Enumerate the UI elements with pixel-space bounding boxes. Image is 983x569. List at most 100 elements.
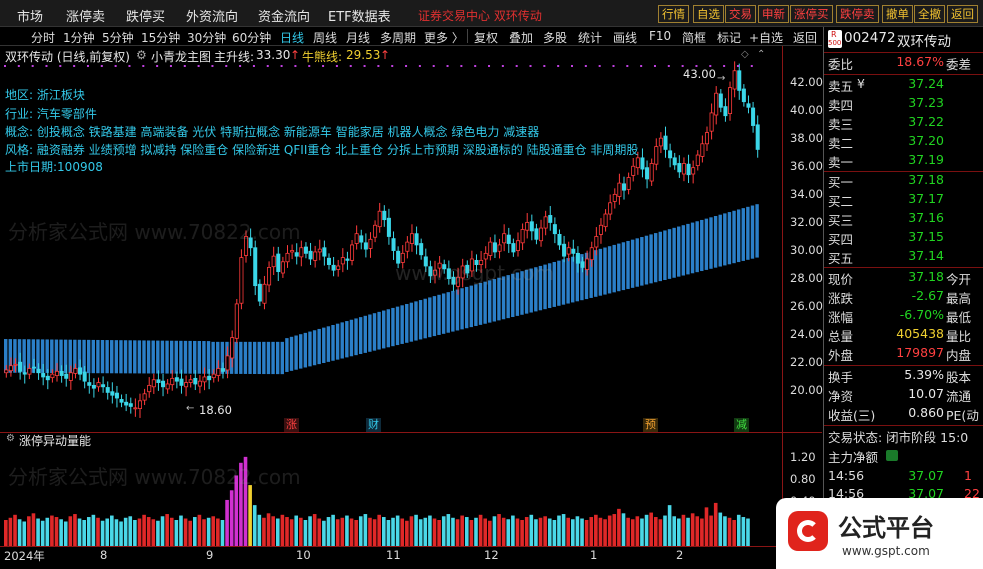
volume-bar	[275, 518, 280, 546]
divider	[824, 267, 983, 268]
marker-finance[interactable]: 财	[366, 418, 381, 432]
y-axis-line	[782, 46, 783, 568]
signal-dot	[598, 65, 601, 67]
candle-body	[18, 361, 23, 372]
tool-stats[interactable]: 统计	[578, 29, 602, 46]
candle-body	[515, 240, 521, 251]
tool-overlay[interactable]: 叠加	[509, 29, 533, 46]
band-bar	[234, 341, 238, 374]
tool-mark[interactable]: 标记	[717, 29, 741, 46]
volume-bar	[225, 499, 229, 546]
tool-f10[interactable]: F10	[649, 29, 671, 43]
low-price-label: 18.60	[199, 403, 232, 417]
band-bar	[598, 248, 603, 296]
tick-row: 14:56 37.07 1	[828, 468, 972, 483]
period-1min[interactable]: 1分钟	[63, 29, 95, 46]
bid-row-1[interactable]: 买一 37.18	[824, 172, 983, 192]
tool-simple-frame[interactable]: 简框	[682, 29, 706, 46]
ask-row-3[interactable]: 卖三 37.22	[824, 114, 983, 134]
ask-row-5[interactable]: 卖五 ¥37.24	[824, 76, 983, 96]
signal-dot	[169, 65, 172, 67]
kline-chart-area[interactable]: 双环传动 (日线,前复权) ⚙ 小青龙主图 主升线: 33.30 ↑ 牛熊线: …	[0, 46, 823, 568]
menu-etf-data[interactable]: ETF数据表	[328, 6, 391, 25]
period-daily[interactable]: 日线	[280, 29, 304, 46]
band-bar	[451, 290, 455, 332]
signal-dot	[640, 65, 643, 67]
candle-body	[585, 258, 590, 270]
band-bar	[386, 309, 391, 348]
volume-bar	[663, 515, 667, 546]
ask-row-1[interactable]: 卖一 37.19	[824, 152, 983, 172]
period-multi[interactable]: 多周期	[380, 29, 416, 46]
period-30min[interactable]: 30分钟	[187, 29, 226, 46]
period-monthly[interactable]: 月线	[346, 29, 370, 46]
period-more[interactable]: 更多 〉	[424, 29, 464, 46]
menu-foreign-flow[interactable]: 外资流向	[186, 6, 238, 25]
chevron-up-icon[interactable]: ⌃	[757, 49, 765, 60]
x-tick-label: 9	[206, 548, 214, 562]
diamond-icon[interactable]: ◇	[741, 49, 749, 60]
divider	[824, 365, 983, 366]
menu-limit-down-buy[interactable]: 跌停买	[126, 6, 165, 25]
chart-stock-title: 双环传动 (日线,前复权)	[5, 50, 130, 64]
btn-trade[interactable]: 交易	[725, 5, 756, 23]
btn-limit-up-buy[interactable]: 涨停买	[790, 5, 833, 23]
band-bar	[372, 313, 377, 351]
bid-row-3[interactable]: 买三 37.16	[824, 210, 983, 230]
band-bar	[488, 280, 492, 323]
period-weekly[interactable]: 周线	[313, 29, 337, 46]
marker-reduce[interactable]: 减	[734, 418, 749, 432]
volume-bar	[137, 518, 142, 546]
period-15min[interactable]: 15分钟	[141, 29, 180, 46]
band-bar	[289, 336, 294, 371]
volume-bar	[280, 514, 285, 546]
ask-row-4[interactable]: 卖四 37.23	[824, 95, 983, 115]
btn-back-top[interactable]: 返回	[947, 5, 978, 23]
volume-bar	[77, 518, 82, 546]
volume-bar	[501, 517, 506, 546]
candle-body	[276, 253, 281, 273]
band-bar	[640, 237, 644, 286]
candle-body	[313, 251, 318, 261]
btn-cancel-all[interactable]: 全撤	[914, 5, 945, 23]
btn-subscribe[interactable]: 申新	[758, 5, 789, 23]
tool-add-watch[interactable]: +自选	[749, 29, 783, 46]
volume-bar	[303, 520, 308, 546]
period-tick[interactable]: 分时	[31, 29, 55, 46]
volume-bar	[40, 520, 45, 546]
btn-watchlist[interactable]: 自选	[693, 5, 724, 23]
menu-fund-flow[interactable]: 资金流向	[258, 6, 310, 25]
bid-row-2[interactable]: 买二 37.17	[824, 191, 983, 211]
tool-adjust[interactable]: 复权	[474, 29, 498, 46]
candle-body	[50, 373, 55, 379]
volume-bar	[59, 519, 63, 546]
volume-bar	[497, 514, 501, 546]
menu-limit-up-sell[interactable]: 涨停卖	[66, 6, 105, 25]
volume-bar	[630, 519, 635, 546]
bid-row-4[interactable]: 买四 37.15	[824, 229, 983, 249]
btn-limit-down-sell[interactable]: 跌停卖	[836, 5, 879, 23]
menu-market[interactable]: 市场	[17, 6, 43, 25]
period-5min[interactable]: 5分钟	[102, 29, 134, 46]
tool-multi-stock[interactable]: 多股	[543, 29, 567, 46]
candle-body	[147, 384, 152, 393]
tool-draw-line[interactable]: 画线	[613, 29, 637, 46]
band-bar	[96, 339, 100, 374]
info-style: 风格: 融资融券 业绩预增 拟减持 保险重仓 保险新进 QFII重仓 北上重仓 …	[5, 143, 639, 157]
btn-cancel-order[interactable]: 撤单	[882, 5, 913, 23]
sub-indicator-title[interactable]: 涨停异动量能	[19, 432, 91, 449]
ask-row-2[interactable]: 卖二 37.20	[824, 133, 983, 153]
marker-forecast[interactable]: 预	[643, 418, 658, 432]
stat-row-change: 涨跌 -2.67 最高	[828, 288, 972, 306]
signal-dot	[557, 65, 560, 67]
btn-quote[interactable]: 行情	[658, 5, 689, 23]
sub-settings-gear-icon[interactable]: ⚙	[6, 433, 15, 444]
x-tick-label: 10	[296, 548, 311, 562]
tool-back[interactable]: 返回	[793, 29, 817, 46]
marker-limit-up[interactable]: 涨	[284, 418, 299, 432]
indicator-name[interactable]: 小青龙主图	[151, 48, 211, 65]
bid-row-5[interactable]: 买五 37.14	[824, 248, 983, 268]
volume-bar	[640, 518, 644, 546]
settings-gear-icon[interactable]: ⚙	[136, 48, 147, 62]
period-60min[interactable]: 60分钟	[232, 29, 271, 46]
